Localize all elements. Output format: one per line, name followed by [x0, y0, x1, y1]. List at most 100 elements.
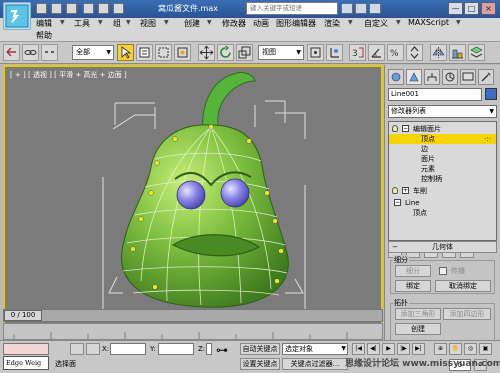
y-coordinate-field[interactable] — [158, 343, 194, 355]
menu-tools[interactable]: 工具 — [74, 18, 90, 29]
percent-snap-icon[interactable]: % — [387, 44, 404, 61]
menu-create[interactable]: 创建 — [184, 18, 200, 29]
save-file-icon[interactable] — [66, 3, 77, 14]
key-filters-button[interactable]: 关键点过滤器... — [282, 358, 348, 370]
perspective-viewport[interactable]: [ + ] [ 透视 ] [ 平滑 + 高光 + 边面 ] — [3, 65, 383, 325]
menu-views[interactable]: 视图 — [140, 18, 156, 29]
create-button[interactable]: 创建 — [395, 323, 441, 335]
absolute-transform-icon[interactable] — [86, 343, 100, 355]
selection-filter-dropdown[interactable]: 全部 ▼ — [72, 45, 114, 60]
stack-item-patch[interactable]: 面片 — [389, 154, 496, 164]
layer-manager-icon[interactable] — [468, 44, 485, 61]
menu-customize[interactable]: 自定义 — [364, 18, 388, 29]
move-icon[interactable] — [198, 44, 215, 61]
stack-item-line[interactable]: − Line — [389, 198, 496, 208]
app-logo-icon[interactable] — [3, 2, 31, 30]
tab-create[interactable] — [388, 69, 404, 85]
select-object-icon[interactable] — [117, 44, 134, 61]
subdivide-button[interactable]: 细分 — [395, 265, 431, 277]
menu-graph-editors[interactable]: 图形编辑器 — [276, 18, 316, 29]
align-icon[interactable] — [449, 44, 466, 61]
track-bar[interactable] — [3, 323, 383, 340]
select-by-name-icon[interactable] — [136, 44, 153, 61]
x-coordinate-field[interactable] — [110, 343, 146, 355]
maxscript-mini-listener[interactable]: Edge Weig — [3, 356, 49, 370]
tab-hierarchy[interactable] — [424, 69, 440, 85]
tab-utilities[interactable] — [478, 69, 494, 85]
geometry-rollout-header[interactable]: − 几何体 — [388, 241, 497, 253]
modifier-stack[interactable]: − 编辑面片 顶点 ·:· 边 面片 元素 控制柄 + 车削 − Line 顶点 — [388, 121, 497, 241]
menu-edit[interactable]: 编辑 — [36, 18, 52, 29]
add-quad-button[interactable]: 添加四边形 — [443, 308, 491, 320]
undo-icon[interactable] — [83, 3, 94, 14]
maximize-button[interactable]: □ — [464, 2, 479, 15]
menu-maxscript[interactable]: MAXScript — [408, 18, 449, 27]
lock-selection-icon[interactable] — [70, 343, 84, 355]
selection-region-icon[interactable] — [155, 44, 172, 61]
auto-key-button[interactable]: 自动关键点 — [240, 343, 280, 355]
angle-snap-icon[interactable] — [368, 44, 385, 61]
bind-button[interactable]: 绑定 — [395, 280, 431, 292]
pan-icon[interactable]: ✋ — [449, 343, 462, 355]
lightbulb-icon[interactable] — [392, 187, 398, 194]
unlink-icon[interactable] — [41, 44, 58, 61]
add-tri-button[interactable]: 添加三角形 — [395, 308, 441, 320]
z-coordinate-field[interactable] — [206, 343, 212, 355]
modifier-list-dropdown[interactable]: 修改器列表 ▼ — [388, 105, 497, 118]
expand-icon[interactable]: + — [402, 187, 409, 194]
minimize-button[interactable]: — — [448, 2, 463, 15]
menu-group[interactable]: 组 — [113, 18, 121, 29]
time-slider[interactable]: 0 / 100 — [3, 309, 383, 322]
close-button[interactable]: × — [481, 2, 496, 15]
pivot-center-icon[interactable] — [307, 44, 324, 61]
selected-object-dropdown[interactable]: 选定对象 ▼ — [282, 343, 348, 355]
time-slider-thumb[interactable]: 0 / 100 — [4, 310, 42, 321]
spinner-snap-icon[interactable] — [406, 44, 423, 61]
key-icon[interactable]: ⊶ — [216, 344, 228, 356]
tab-display[interactable] — [460, 69, 476, 85]
help-icon[interactable] — [369, 3, 381, 14]
set-key-button[interactable]: 设置关键点 — [240, 358, 280, 370]
orbit-icon[interactable]: ◎ — [464, 343, 477, 355]
window-crossing-icon[interactable] — [174, 44, 191, 61]
new-file-icon[interactable] — [36, 3, 47, 14]
stack-item-edit-patch[interactable]: − 编辑面片 — [389, 124, 496, 134]
stack-item-line-vertex[interactable]: 顶点 — [389, 208, 496, 218]
viewport-label[interactable]: [ + ] [ 透视 ] [ 平滑 + 高光 + 边面 ] — [10, 70, 127, 80]
go-to-start-icon[interactable]: |◀ — [352, 343, 365, 355]
search-input[interactable]: 键入关键字或短语 — [246, 2, 338, 15]
tab-motion[interactable] — [442, 69, 458, 85]
rotate-icon[interactable] — [217, 44, 234, 61]
link-icon[interactable] — [22, 44, 39, 61]
lightbulb-icon[interactable] — [392, 125, 398, 132]
play-icon[interactable]: ▶ — [382, 343, 395, 355]
star-icon[interactable] — [355, 3, 367, 14]
stack-item-handle[interactable]: 控制柄 — [389, 174, 496, 184]
menu-help[interactable]: 帮助 — [36, 30, 52, 41]
open-file-icon[interactable] — [51, 3, 62, 14]
go-to-end-icon[interactable]: ▶| — [412, 343, 425, 355]
collapse-icon[interactable]: − — [402, 125, 409, 132]
object-name-field[interactable]: Line001 — [388, 88, 482, 101]
stack-item-element[interactable]: 元素 — [389, 164, 496, 174]
unbind-button[interactable]: 取消绑定 — [435, 280, 491, 292]
stack-item-edge[interactable]: 边 — [389, 144, 496, 154]
binoculars-icon[interactable] — [341, 3, 353, 14]
next-frame-icon[interactable]: |▶ — [397, 343, 410, 355]
snaps-toggle-icon[interactable]: 3 — [349, 44, 366, 61]
collapse-icon[interactable]: − — [394, 199, 401, 206]
select-manipulate-icon[interactable] — [326, 44, 343, 61]
stack-item-lathe[interactable]: + 车削 — [389, 186, 496, 196]
menu-modifiers[interactable]: 修改器 — [222, 18, 246, 29]
maximize-viewport-icon[interactable]: ▣ — [479, 343, 492, 355]
object-color-swatch[interactable] — [485, 88, 497, 100]
menu-animation[interactable]: 动画 — [253, 18, 269, 29]
zoom-icon[interactable]: ⊕ — [434, 343, 447, 355]
scale-icon[interactable] — [236, 44, 253, 61]
mirror-icon[interactable] — [430, 44, 447, 61]
previous-frame-icon[interactable]: ◀| — [367, 343, 380, 355]
stack-item-vertex[interactable]: 顶点 ·:· — [389, 134, 496, 144]
tab-modify[interactable] — [406, 69, 422, 85]
reference-coordinate-dropdown[interactable]: 视图 ▼ — [258, 45, 304, 60]
undo-tool-icon[interactable] — [3, 44, 20, 61]
